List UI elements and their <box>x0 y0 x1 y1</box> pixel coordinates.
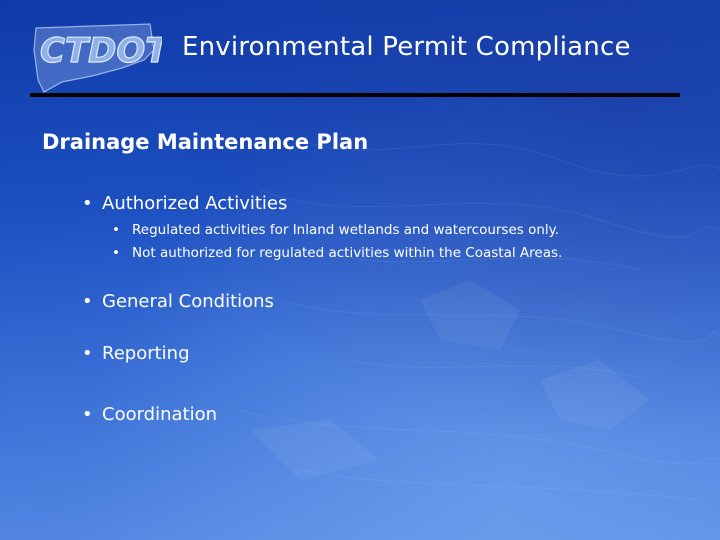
bullet-icon: • <box>82 404 93 425</box>
bullet-icon: • <box>82 343 93 364</box>
bullet-icon: • <box>82 291 93 312</box>
bullet-item: • General Conditions <box>82 291 274 312</box>
bullet-label: Reporting <box>102 343 190 364</box>
bullet-list: • Authorized Activities • Regulated activi… <box>0 0 720 540</box>
sub-bullet-item: • Not authorized for regulated activities… <box>112 245 562 261</box>
bullet-item: • Reporting <box>82 343 190 364</box>
bullet-label: Coordination <box>102 404 218 425</box>
bullet-item: • Coordination <box>82 404 217 425</box>
bullet-icon: • <box>112 245 120 261</box>
bullet-label: General Conditions <box>102 291 274 312</box>
bullet-label: Authorized Activities <box>102 193 288 214</box>
bullet-icon: • <box>112 222 120 238</box>
bullet-item: • Authorized Activities <box>82 193 287 214</box>
sub-bullet-item: • Regulated activities for Inland wetland… <box>112 222 559 238</box>
bullet-icon: • <box>82 193 93 214</box>
sub-bullet-label: Regulated activities for Inland wetlands… <box>132 222 560 238</box>
sub-bullet-label: Not authorized for regulated activities … <box>132 245 563 261</box>
